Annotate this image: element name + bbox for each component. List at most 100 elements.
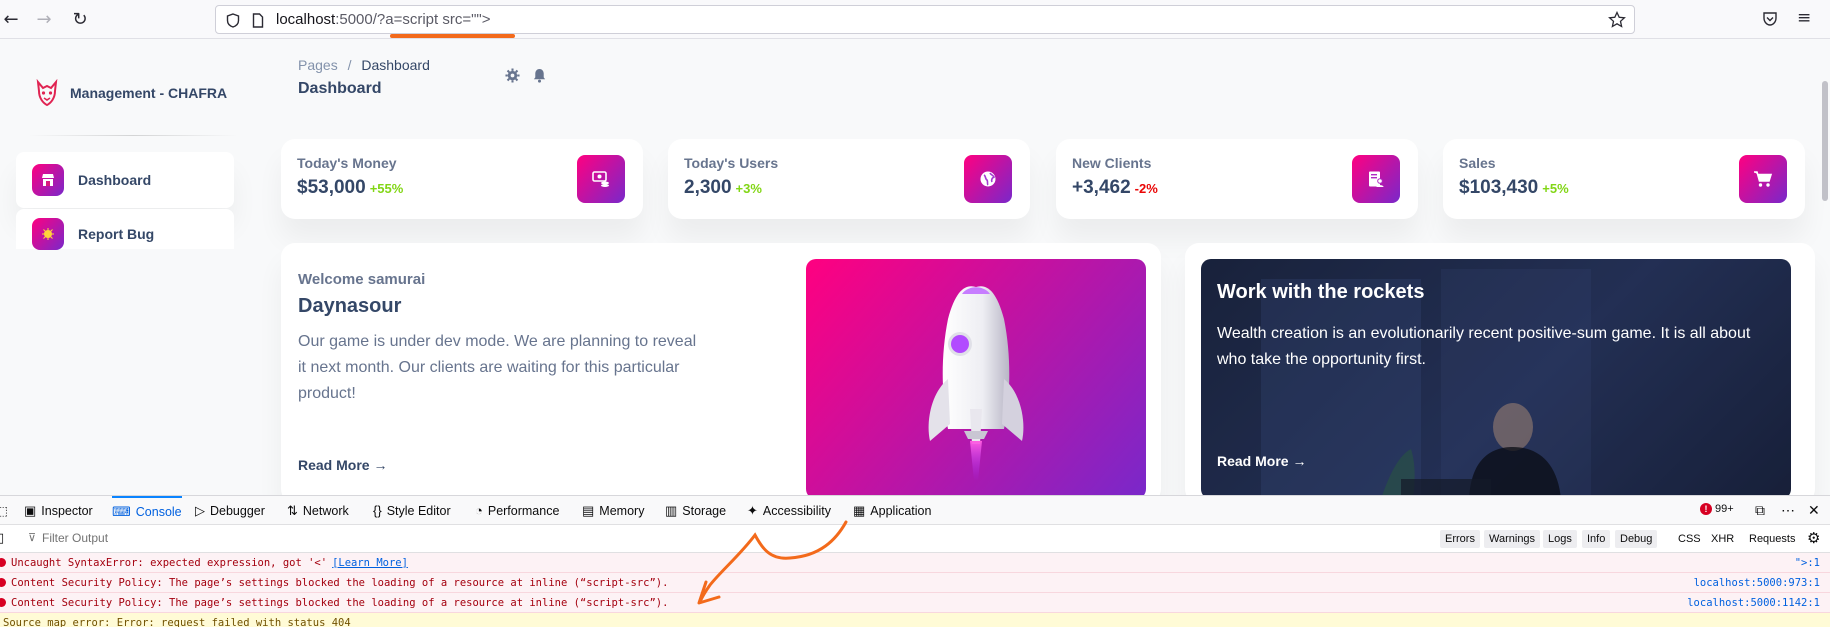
tab-storage[interactable]: ▥ Storage [665,496,726,525]
pocket-icon[interactable] [1762,11,1778,27]
sidebar-item-report-bug[interactable]: Report Bug [16,209,234,250]
accessibility-icon: ✦ [747,502,758,518]
message-text: Source map error: Error: request failed … [3,617,351,627]
gauge-icon: ◔ [475,503,483,518]
stat-number: $103,430 [1459,177,1539,198]
stat-number: $53,000 [297,177,366,198]
stat-card-money: Today's Money $53,000 +55% [281,139,643,219]
tab-label: Console [135,504,182,519]
console-message[interactable]: Content Security Policy: The page’s sett… [0,573,1830,593]
filter-info[interactable]: Info [1582,530,1611,548]
console-message[interactable]: Content Security Policy: The page’s sett… [0,593,1830,613]
welcome-greeting: Welcome samurai [298,271,426,288]
error-count-badge[interactable]: ! 99+ [1700,503,1734,515]
menu-icon[interactable]: ≡ [1797,8,1811,28]
back-icon[interactable]: ← [0,8,22,30]
tab-label: Inspector [41,503,93,518]
rocket-icon [928,286,1024,481]
settings-gear-icon[interactable]: ⚙ [1807,529,1820,547]
welcome-title: Daynasour [298,295,402,317]
message-source[interactable]: localhost:5000:1142:1 [1687,597,1820,609]
breadcrumb-current: Dashboard [361,57,430,73]
header-icons [505,68,547,83]
forward-icon[interactable]: → [33,8,55,30]
filter-errors[interactable]: Errors [1440,530,1480,548]
error-count: 99+ [1715,503,1734,515]
error-icon: ! [1700,503,1712,515]
message-source[interactable]: ">:1 [1795,557,1820,569]
console-filter-bar: ▯ ⊽ Filter Output Errors Warnings Logs I… [0,525,1830,553]
filter-xhr[interactable]: XHR [1711,530,1734,548]
url-path: :5000/?a=script src=""> [335,11,491,28]
arrow-right-icon: → [1292,453,1307,469]
learn-more-link[interactable]: [Learn More] [332,557,408,569]
memory-icon: ▤ [582,502,595,518]
console-icon: ⌨ [112,503,131,519]
rockets-card: Work with the rockets Wealth creation is… [1185,243,1815,495]
stat-card-users: Today's Users 2,300 +3% [668,139,1030,219]
tab-console[interactable]: ⌨ Console [112,496,182,525]
bug-icon [32,218,64,250]
message-source[interactable]: localhost:5000:973:1 [1694,577,1820,589]
tab-network[interactable]: ⇅ Network [287,496,349,525]
tab-label: Memory [599,503,645,518]
tab-accessibility[interactable]: ✦ Accessibility [747,496,831,525]
error-icon [0,598,6,607]
rockets-background-image: Work with the rockets Wealth creation is… [1201,259,1791,495]
page-icon [252,13,264,28]
stat-number: 2,300 [684,177,732,198]
arrow-right-icon: → [373,457,388,473]
tab-label: Performance [487,503,560,518]
stat-value: +3,462 -2% [1072,177,1158,199]
tab-inspector[interactable]: ▣ Inspector [24,496,93,525]
close-icon[interactable]: ✕ [1808,496,1820,525]
filter-logs[interactable]: Logs [1543,530,1577,548]
read-more-link[interactable]: Read More → [1217,453,1306,469]
filter-css[interactable]: CSS [1678,530,1701,548]
error-icon [0,558,6,567]
more-options-icon[interactable]: ⋯ [1781,496,1795,525]
browser-toolbar: ← → ↻ localhost:5000/?a=script src=""> ≡ [0,0,1830,39]
devtools-panel: ⬚ ▣ Inspector ⌨ Console ▷ Debugger ⇅ Network… [0,495,1830,627]
stat-value: 2,300 +3% [684,177,762,199]
braces-icon: {} [373,503,382,518]
grid-icon: ▦ [853,502,866,518]
message-text: Content Security Policy: The page’s sett… [11,596,669,609]
reload-icon[interactable]: ↻ [69,8,91,30]
shield-icon [226,13,240,28]
stat-card-sales: Sales $103,430 +5% [1443,139,1805,219]
tab-style-editor[interactable]: {} Style Editor [373,496,451,525]
address-bar[interactable]: localhost:5000/?a=script src=""> [215,5,1635,34]
sidebar-item-dashboard[interactable]: Dashboard [16,152,234,208]
tab-debugger[interactable]: ▷ Debugger [195,496,265,525]
filter-warnings[interactable]: Warnings [1484,530,1541,548]
tab-memory[interactable]: ▤ Memory [582,496,644,525]
filter-requests[interactable]: Requests [1749,530,1795,548]
tab-label: Style Editor [386,503,451,518]
globe-icon [964,155,1012,203]
read-more-link[interactable]: Read More → [298,457,387,473]
bell-icon[interactable] [532,68,547,83]
filter-debug[interactable]: Debug [1615,530,1658,548]
dock-icon[interactable]: ⧉ [1755,496,1765,525]
gear-icon[interactable] [505,68,520,83]
filter-input[interactable]: Filter Output [42,531,108,545]
breadcrumb: Pages / Dashboard [298,57,430,73]
stat-change: +55% [369,181,404,196]
tab-application[interactable]: ▦ Application [853,496,931,525]
stat-card-clients: New Clients +3,462 -2% [1056,139,1418,219]
stat-number: +3,462 [1072,177,1131,198]
breadcrumb-root[interactable]: Pages [298,57,338,73]
console-message[interactable]: Source map error: Error: request failed … [0,613,1830,627]
sidebar-item-label: Dashboard [78,172,152,188]
stat-change: -2% [1134,181,1158,196]
console-message[interactable]: Uncaught SyntaxError: expected expressio… [0,553,1830,573]
sidebar-item-label: Report Bug [78,226,155,242]
pick-element-icon[interactable]: ⬚ [0,496,8,525]
page-scrollbar[interactable] [1822,81,1828,201]
trash-icon[interactable]: ▯ [0,531,4,546]
bookmark-star-icon[interactable] [1608,11,1626,29]
page-content: Management - CHAFRA Dashboard Report Bug… [0,39,1830,495]
brand[interactable]: Management - CHAFRA [34,79,227,107]
tab-performance[interactable]: ◔ Performance [475,496,559,525]
